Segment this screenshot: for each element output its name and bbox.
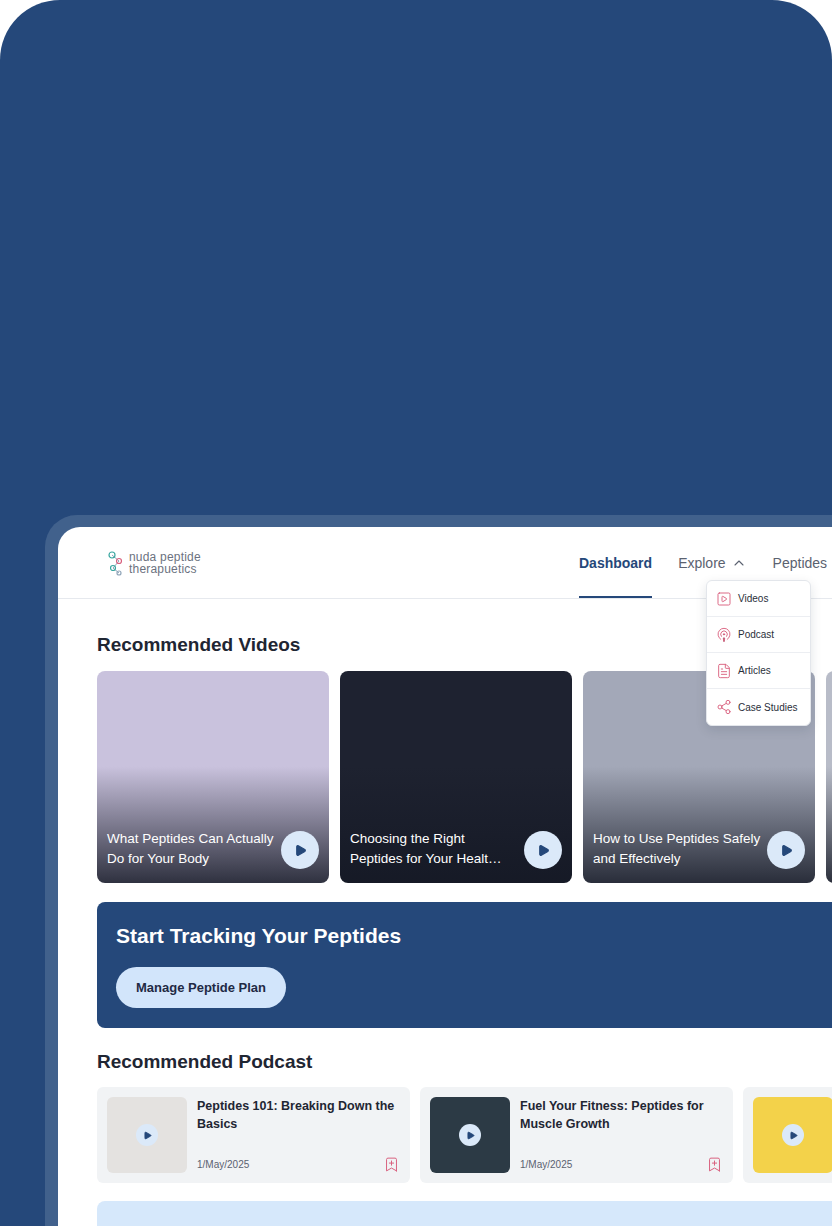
menu-item-icon bbox=[716, 699, 732, 715]
podcasts-row: Peptides 101: Breaking Down the Basics 1/… bbox=[97, 1087, 832, 1183]
logo-text: nuda peptidetherapuetics bbox=[129, 551, 201, 575]
play-icon bbox=[789, 1131, 798, 1140]
play-icon bbox=[143, 1131, 152, 1140]
explore-menu-item[interactable]: Case Studies bbox=[707, 689, 810, 725]
podcast-title: Peptides 101: Breaking Down the Basics bbox=[197, 1097, 400, 1133]
menu-item-icon bbox=[716, 591, 732, 607]
podcast-title: Fuel Your Fitness: Peptides for Muscle G… bbox=[520, 1097, 723, 1133]
podcast-card[interactable]: Peptides 101: Breaking Down the Basics 1/… bbox=[97, 1087, 410, 1183]
banner-title: Start Tracking Your Peptides bbox=[116, 922, 401, 950]
bottom-panel bbox=[97, 1201, 832, 1226]
app-screen: nuda peptidetherapueticsDashboardExplore… bbox=[58, 527, 832, 1226]
manage-plan-button[interactable]: Manage Peptide Plan bbox=[116, 967, 286, 1008]
page: nuda peptidetherapueticsDashboardExplore… bbox=[0, 0, 832, 1226]
explore-menu-item[interactable]: Videos bbox=[707, 581, 810, 617]
podcasts-title: Recommended Podcast bbox=[97, 1050, 832, 1074]
video-card[interactable]: What Peptides Can Actually Do for Your B… bbox=[97, 671, 329, 883]
play-button[interactable] bbox=[136, 1124, 158, 1146]
tracking-banner: Start Tracking Your Peptides Manage Pepti… bbox=[97, 902, 832, 1028]
bookmark-icon[interactable] bbox=[706, 1156, 723, 1173]
podcast-thumbnail bbox=[753, 1097, 832, 1173]
bookmark-icon[interactable] bbox=[383, 1156, 400, 1173]
nav-item[interactable]: Dashboard bbox=[579, 527, 652, 598]
play-icon bbox=[466, 1131, 475, 1140]
play-button[interactable] bbox=[767, 831, 805, 869]
explore-menu-item[interactable]: Podcast bbox=[707, 617, 810, 653]
brand-name: nuda peptide bbox=[129, 551, 201, 563]
explore-menu-item[interactable]: Articles bbox=[707, 653, 810, 689]
play-icon bbox=[537, 844, 550, 857]
menu-item-icon bbox=[716, 663, 732, 679]
play-button[interactable] bbox=[782, 1124, 804, 1146]
video-card[interactable] bbox=[826, 671, 832, 883]
podcast-date: 1/May/2025 bbox=[520, 1159, 572, 1170]
podcast-thumbnail bbox=[430, 1097, 510, 1173]
podcast-card[interactable]: Fuel Your Fitness: Peptides for Muscle G… bbox=[420, 1087, 733, 1183]
logo[interactable]: nuda peptidetherapuetics bbox=[107, 550, 579, 576]
play-icon bbox=[780, 844, 793, 857]
device-frame: nuda peptidetherapueticsDashboardExplore… bbox=[45, 515, 832, 1226]
video-title: Choosing the Right Peptides for Your Hea… bbox=[350, 829, 518, 869]
video-title: How to Use Peptides Safely and Effective… bbox=[593, 829, 761, 869]
chevron-up-icon bbox=[731, 555, 747, 571]
explore-menu: VideosPodcastArticlesCase Studies bbox=[706, 580, 811, 726]
play-button[interactable] bbox=[281, 831, 319, 869]
logo-icon bbox=[107, 550, 125, 576]
play-button[interactable] bbox=[524, 831, 562, 869]
podcast-thumbnail bbox=[107, 1097, 187, 1173]
play-button[interactable] bbox=[459, 1124, 481, 1146]
brand-tagline: therapuetics bbox=[129, 563, 201, 575]
podcast-date: 1/May/2025 bbox=[197, 1159, 249, 1170]
menu-item-icon bbox=[716, 627, 732, 643]
podcast-card[interactable] bbox=[743, 1087, 832, 1183]
video-title: What Peptides Can Actually Do for Your B… bbox=[107, 829, 275, 869]
video-card[interactable]: Choosing the Right Peptides for Your Hea… bbox=[340, 671, 572, 883]
play-icon bbox=[294, 844, 307, 857]
